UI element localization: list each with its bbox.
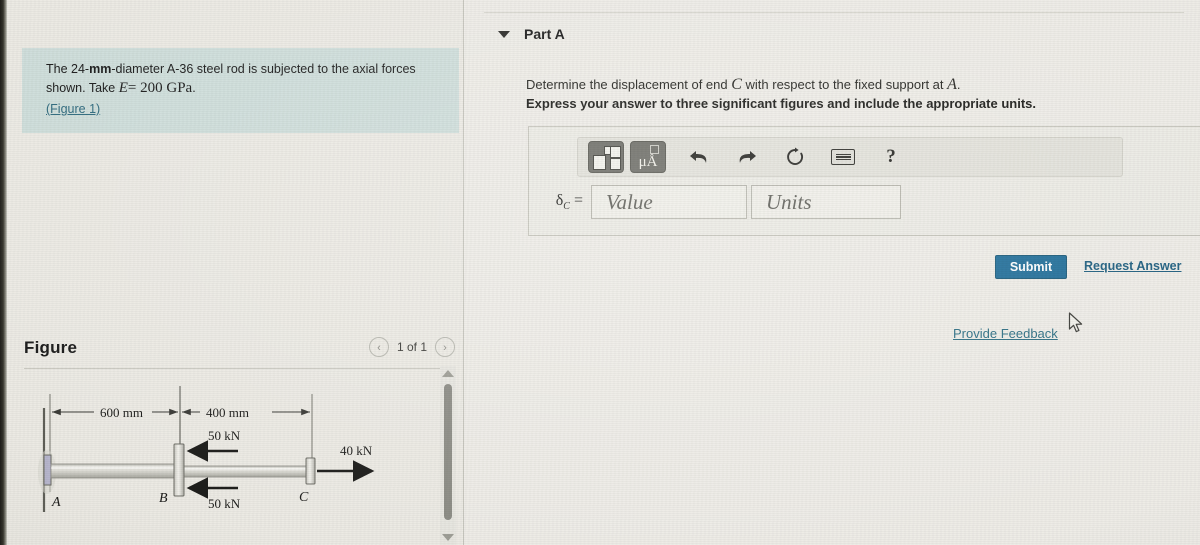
help-icon-glyph: ? [886, 146, 896, 167]
figure-pager: ‹ 1 of 1 › [368, 337, 455, 357]
value-input[interactable]: Value [591, 185, 747, 219]
undo-icon[interactable] [684, 142, 714, 172]
submit-button[interactable]: Submit [995, 255, 1067, 279]
question-point-c: C [731, 76, 742, 93]
question-trailing: . [956, 77, 961, 92]
scroll-up-arrow-icon[interactable] [442, 368, 454, 379]
force-50kn-upper-label: 50 kN [208, 428, 241, 443]
question-point-a: A [947, 76, 957, 93]
modulus-symbol: E [118, 80, 128, 96]
figure-page-count: 1 of 1 [396, 340, 427, 354]
chevron-down-icon[interactable] [498, 30, 510, 38]
figure-divider [24, 368, 444, 369]
answer-widget: μÅ ? δC = Value Units [528, 126, 1200, 236]
answer-instruction: Express your answer to three significant… [526, 96, 1036, 111]
question-prompt: Determine the displacement of end C with… [526, 76, 961, 94]
answer-input-row: δC = Value Units [539, 185, 901, 219]
figure-prev-button[interactable]: ‹ [368, 337, 389, 357]
figure-scrollbar[interactable] [440, 366, 456, 545]
modulus-value: = 200 GPa [127, 80, 193, 96]
force-40kn-label: 40 kN [340, 443, 373, 458]
part-a-header[interactable]: Part A [498, 26, 565, 42]
point-label-b: B [159, 491, 168, 506]
panel-divider [463, 0, 464, 545]
reset-icon[interactable] [780, 142, 810, 172]
units-icon[interactable]: μÅ [630, 141, 666, 173]
figure-header: Figure ‹ 1 of 1 › [22, 336, 459, 364]
dim-400-label: 400 mm [206, 405, 249, 420]
scroll-down-arrow-icon[interactable] [442, 532, 454, 543]
math-template-icon[interactable] [588, 141, 624, 173]
help-icon[interactable]: ? [876, 142, 906, 172]
units-icon-label: μÅ [638, 154, 658, 170]
force-50kn-lower-label: 50 kN [208, 496, 241, 511]
answer-panel: Part A Determine the displacement of end… [464, 0, 1200, 545]
keyboard-icon[interactable] [828, 142, 858, 172]
problem-unit-mm: mm [89, 62, 112, 76]
figure-next-button[interactable]: › [435, 337, 455, 357]
problem-statement: The 24-mm-diameter A-36 steel rod is sub… [22, 48, 459, 133]
monitor-bezel-edge [0, 0, 7, 545]
redo-icon[interactable] [732, 142, 762, 172]
dim-600-label: 600 mm [100, 405, 143, 420]
units-input[interactable]: Units [751, 185, 901, 219]
delta-subscript: C [563, 201, 570, 213]
point-label-c: C [299, 490, 309, 505]
scrollbar-thumb[interactable] [444, 384, 452, 520]
problem-text-before: The 24- [46, 62, 90, 76]
problem-panel: The 24-mm-diameter A-36 steel rod is sub… [7, 0, 463, 545]
figure-1-link[interactable]: (Figure 1) [46, 100, 100, 119]
figure-panel-title: Figure [24, 338, 78, 357]
answer-symbol-label: δC = [539, 192, 591, 212]
part-title: Part A [524, 26, 565, 42]
problem-trailing-period: . [192, 81, 196, 95]
request-answer-link[interactable]: Request Answer [1084, 259, 1181, 273]
answer-toolbar: μÅ ? [577, 137, 1123, 177]
point-label-a: A [51, 495, 61, 510]
question-middle: with respect to the fixed support at [741, 77, 948, 92]
equals-sign: = [573, 191, 583, 209]
figure-diagram: 600 mm 400 mm 50 kN 50 kN 40 kN A B C [22, 372, 437, 545]
provide-feedback-link[interactable]: Provide Feedback [953, 326, 1058, 341]
top-divider [484, 12, 1184, 13]
question-lead: Determine the displacement of end [526, 77, 732, 92]
